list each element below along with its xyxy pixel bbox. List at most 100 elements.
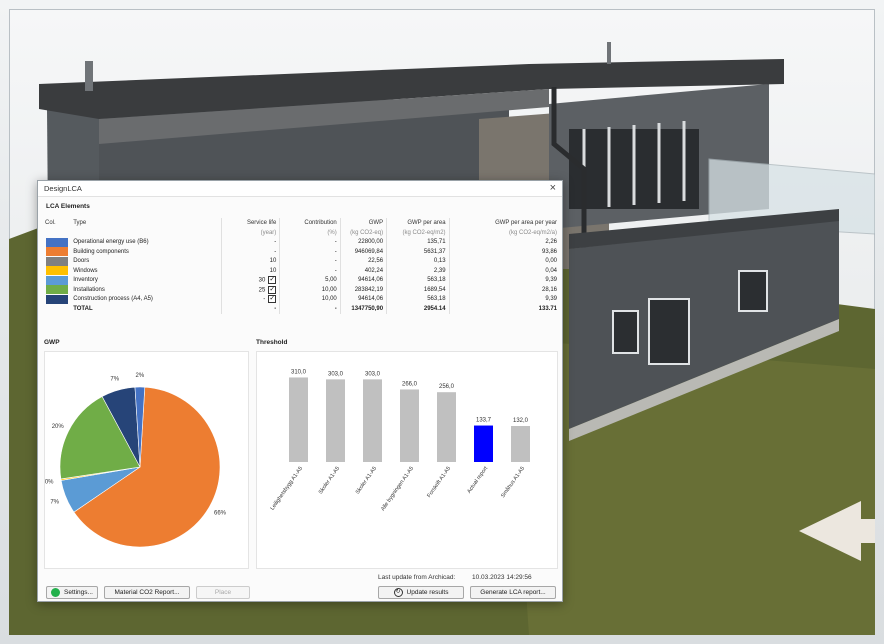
total-service-life: - bbox=[220, 304, 280, 314]
row-gwp-area-year: 0,04 bbox=[448, 266, 560, 276]
color-swatch bbox=[46, 247, 69, 257]
dialog-title: DesignLCA bbox=[44, 184, 82, 193]
bar-category-label: Småhus A1-A5 bbox=[499, 465, 526, 499]
col-header-type[interactable]: Type bbox=[70, 218, 221, 228]
lca-elements-table: Col. Type Service life Contribution GWP … bbox=[42, 218, 560, 314]
generate-lca-report-button[interactable]: Generate LCA report... bbox=[470, 586, 556, 599]
row-gwp-area: 2,39 bbox=[386, 266, 450, 276]
refresh-icon: ↻ bbox=[393, 588, 403, 597]
row-gwp: 283842,19 bbox=[339, 285, 387, 295]
place-button[interactable]: Place bbox=[196, 586, 250, 599]
table-row[interactable]: Construction process (A4, A5) - ✓ 10,00 9461… bbox=[42, 294, 560, 305]
bar-category-label: Actual report bbox=[466, 465, 489, 494]
threshold-bar bbox=[289, 377, 308, 462]
row-color-swatch[interactable] bbox=[42, 247, 70, 257]
checkbox-checked[interactable]: ✓ bbox=[268, 285, 277, 294]
row-contribution[interactable]: - bbox=[279, 237, 341, 247]
pie-slice-label: 0% bbox=[45, 480, 54, 486]
col-header-contribution[interactable]: Contribution bbox=[279, 218, 341, 228]
col-header-gwp-area-year[interactable]: GWP per area per year bbox=[448, 218, 560, 228]
row-color-swatch[interactable] bbox=[42, 237, 70, 248]
service-life-value: 10 bbox=[269, 267, 277, 274]
bar-value-label: 303,0 bbox=[365, 371, 381, 377]
total-gwp: 1347750,90 bbox=[339, 304, 387, 314]
row-type: Windows bbox=[73, 267, 98, 274]
row-contribution[interactable]: - bbox=[279, 256, 341, 266]
color-swatch bbox=[46, 294, 69, 304]
gwp-pie-panel: 66% 7% 0% 20% 7% 2% bbox=[44, 351, 249, 569]
checkbox-checked[interactable]: ✓ bbox=[268, 276, 277, 285]
row-service-life[interactable]: - bbox=[220, 247, 280, 257]
table-units-row: (year) (%) (kg CO2-eq) (kg CO2-eq/m2) (k… bbox=[42, 228, 560, 238]
row-gwp-area-year: 93,86 bbox=[448, 247, 560, 257]
total-contribution: - bbox=[279, 304, 341, 314]
threshold-bar bbox=[363, 379, 382, 462]
table-row[interactable]: Building components - -946069,84 5631,37 93,… bbox=[42, 247, 560, 257]
row-gwp: 94614,06 bbox=[339, 294, 387, 304]
row-color-swatch[interactable] bbox=[42, 285, 70, 295]
row-service-life[interactable]: - bbox=[220, 237, 280, 247]
row-color-swatch[interactable] bbox=[42, 294, 70, 305]
row-service-life[interactable]: 25 ✓ bbox=[220, 285, 280, 295]
table-row[interactable]: Windows 10-402,24 2,39 0,04 bbox=[42, 266, 560, 276]
last-update-label: Last update from Archicad: bbox=[378, 574, 456, 581]
status-dot-icon bbox=[51, 588, 61, 597]
row-color-swatch[interactable] bbox=[42, 266, 70, 276]
unit-gwp-area-year: (kg CO2-eq/m2/a) bbox=[448, 228, 560, 238]
designlca-dialog: DesignLCA × LCA Elements Col. Type Servi… bbox=[37, 180, 563, 602]
row-type: Doors bbox=[73, 258, 90, 265]
color-swatch bbox=[46, 237, 69, 247]
row-service-life[interactable]: 10 bbox=[220, 266, 280, 276]
close-icon[interactable]: × bbox=[550, 183, 556, 194]
material-co2-report-button[interactable]: Material CO2 Report... bbox=[104, 586, 190, 599]
update-results-label: Update results bbox=[406, 589, 449, 596]
table-row[interactable]: Installations 25 ✓ 10,00 283842,19 1689,54 28,… bbox=[42, 285, 560, 295]
threshold-panel-title: Threshold bbox=[256, 339, 288, 346]
table-row[interactable]: Inventory 30 ✓ 5,00 94614,06 563,18 9,39 bbox=[42, 275, 560, 286]
pie-slice-label: 66% bbox=[214, 510, 227, 516]
bar-category-label: Leilighetsbygg A1-A5 bbox=[270, 466, 305, 512]
dialog-titlebar[interactable]: DesignLCA × bbox=[38, 181, 562, 197]
threshold-bar-chart: 310,0 Leilighetsbygg A1-A5 303,0 Skoler A1-… bbox=[270, 369, 530, 512]
table-header-row: Col. Type Service life Contribution GWP … bbox=[42, 218, 560, 228]
row-service-life[interactable]: 30 ✓ bbox=[220, 275, 280, 285]
row-gwp-area-year: 28,16 bbox=[448, 285, 560, 295]
row-service-life[interactable]: - ✓ bbox=[220, 294, 280, 304]
lower-window bbox=[738, 270, 768, 312]
col-header-gwp[interactable]: GWP bbox=[339, 218, 387, 228]
table-total-row: TOTAL - -1347750,90 2954.14 133.71 bbox=[42, 304, 560, 314]
col-header-col[interactable]: Col. bbox=[42, 218, 70, 228]
row-gwp: 94614,06 bbox=[339, 275, 387, 285]
row-color-swatch[interactable] bbox=[42, 275, 70, 286]
checkbox-checked[interactable]: ✓ bbox=[268, 295, 277, 304]
pie-slice-label: 7% bbox=[110, 377, 119, 383]
row-contribution[interactable]: - bbox=[279, 247, 341, 257]
row-gwp-area: 135,71 bbox=[386, 237, 450, 247]
row-contribution[interactable]: 10,00 bbox=[279, 294, 341, 304]
row-type: Inventory bbox=[73, 277, 98, 284]
row-contribution[interactable]: 5,00 bbox=[279, 275, 341, 285]
settings-button[interactable]: Settings... bbox=[46, 586, 98, 599]
threshold-bar bbox=[511, 426, 530, 462]
lca-elements-label: LCA Elements bbox=[46, 203, 90, 210]
row-gwp: 22,56 bbox=[339, 256, 387, 266]
bar-value-label: 132,0 bbox=[513, 418, 529, 424]
table-row[interactable]: Operational energy use (B6) - -22800,00 135… bbox=[42, 237, 560, 248]
service-life-value: - bbox=[263, 296, 266, 303]
row-type: Construction process (A4, A5) bbox=[73, 296, 153, 303]
update-results-button[interactable]: ↻ Update results bbox=[378, 586, 464, 599]
row-contribution[interactable]: - bbox=[279, 266, 341, 276]
lower-window-left bbox=[612, 310, 639, 354]
row-gwp-area: 563,18 bbox=[386, 275, 450, 285]
row-contribution[interactable]: 10,00 bbox=[279, 285, 341, 295]
col-header-service-life[interactable]: Service life bbox=[220, 218, 280, 228]
patio-door bbox=[648, 298, 690, 365]
pie-slice-label: 7% bbox=[50, 499, 59, 505]
unit-gwp-area: (kg CO2-eq/m2) bbox=[386, 228, 450, 238]
row-service-life[interactable]: 10 bbox=[220, 256, 280, 266]
threshold-bar-panel: 310,0 Leilighetsbygg A1-A5 303,0 Skoler A1-… bbox=[256, 351, 558, 569]
row-color-swatch[interactable] bbox=[42, 256, 70, 267]
total-gwp-area-year: 133.71 bbox=[448, 304, 560, 314]
table-row[interactable]: Doors 10-22,56 0,13 0,00 bbox=[42, 256, 560, 267]
col-header-gwp-area[interactable]: GWP per area bbox=[386, 218, 450, 228]
